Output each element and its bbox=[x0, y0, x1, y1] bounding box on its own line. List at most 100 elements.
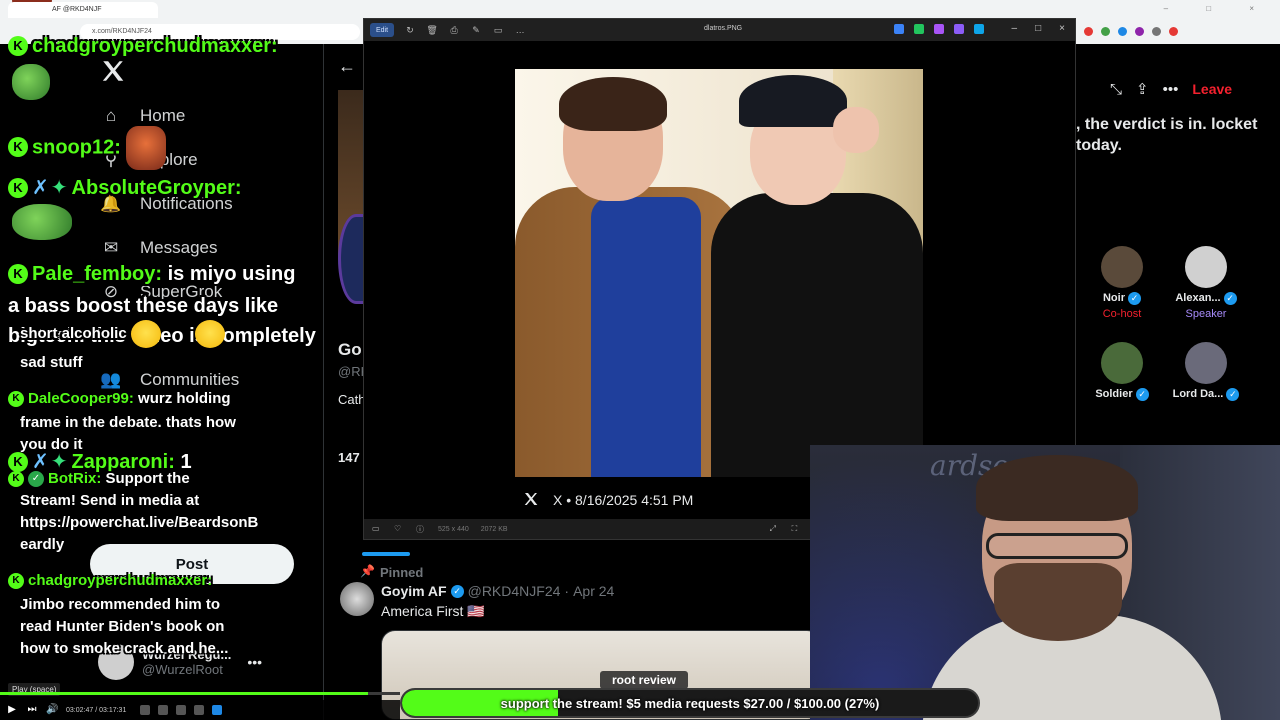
heart-icon[interactable]: ♡ bbox=[394, 524, 404, 534]
chat-username[interactable]: Pale_femboy: bbox=[32, 263, 162, 285]
info-icon[interactable]: ⓘ bbox=[416, 524, 426, 534]
chat-username[interactable]: chadgroyperchudmaxxer: bbox=[32, 35, 278, 57]
more-icon[interactable]: ••• bbox=[1163, 81, 1179, 98]
app-icon[interactable] bbox=[914, 24, 924, 34]
delete-icon[interactable]: 🗑 bbox=[426, 24, 438, 36]
profile-name: Go bbox=[338, 340, 362, 359]
speaker[interactable]: Soldier ✓ bbox=[1082, 342, 1162, 401]
chat-text: sad stuff bbox=[20, 354, 83, 371]
chat-message: K DaleCooper99: wurz holding bbox=[8, 388, 231, 410]
app-icon[interactable] bbox=[974, 24, 984, 34]
volume-icon[interactable]: 🔊 bbox=[46, 704, 58, 716]
print-icon[interactable]: ⎙ bbox=[448, 24, 460, 36]
back-arrow-icon[interactable]: ← bbox=[338, 56, 356, 77]
speaker[interactable]: Noir ✓ Co-host bbox=[1082, 246, 1162, 320]
speaker-name: Soldier ✓ bbox=[1082, 388, 1162, 401]
speaker-name-text: Soldier bbox=[1095, 388, 1133, 400]
chat-username[interactable]: DaleCooper99: bbox=[28, 390, 134, 407]
taskbar-app-icon[interactable] bbox=[140, 705, 151, 715]
close-icon[interactable]: × bbox=[1059, 23, 1065, 34]
taskbar-app-icon[interactable] bbox=[194, 705, 205, 715]
webcam-feed: ardson bbox=[810, 445, 1280, 720]
photo bbox=[515, 69, 923, 477]
player-progress-fill bbox=[0, 692, 368, 695]
tweet-date[interactable]: Apr 24 bbox=[573, 583, 614, 599]
verified-icon: ✓ bbox=[1226, 388, 1240, 401]
speaker-name: Alexan... ✓ bbox=[1166, 292, 1246, 305]
extension-icon[interactable] bbox=[1118, 26, 1127, 36]
taskbar-app-icon[interactable] bbox=[176, 705, 187, 715]
extension-icon[interactable] bbox=[1135, 26, 1144, 36]
chat-username[interactable]: snoop12: bbox=[32, 136, 121, 158]
speaker-name: Noir ✓ bbox=[1082, 292, 1162, 305]
avatar[interactable] bbox=[340, 582, 374, 616]
leave-button[interactable]: Leave bbox=[1192, 81, 1232, 97]
verified-icon: ✓ bbox=[450, 584, 464, 598]
chat-text: is miyo using bbox=[167, 263, 296, 285]
extension-icon[interactable] bbox=[1169, 26, 1178, 36]
player-time: 03:02:47 / 03:17:31 bbox=[66, 706, 127, 714]
speaker-name-text: Noir bbox=[1102, 292, 1125, 304]
extension-icon[interactable] bbox=[1084, 26, 1093, 36]
profile-bio: Cath bbox=[338, 392, 366, 407]
speaker[interactable]: Alexan... ✓ Speaker bbox=[1166, 246, 1246, 320]
kick-badge-icon: K bbox=[8, 36, 28, 56]
verified-icon: ✓ bbox=[1223, 292, 1237, 305]
maximize-icon[interactable]: □ bbox=[1035, 23, 1041, 34]
current-time: 03:02:47 bbox=[66, 706, 94, 714]
duration: 03:17:31 bbox=[99, 706, 127, 714]
minimize-space-icon[interactable]: ⤡ bbox=[1110, 81, 1122, 98]
app-icon[interactable] bbox=[894, 24, 904, 34]
rotate-icon[interactable]: ↻ bbox=[404, 24, 416, 36]
viewer-app-icons bbox=[894, 24, 984, 34]
extension-icon[interactable] bbox=[1101, 26, 1110, 36]
person-hand bbox=[833, 107, 879, 153]
edit-image-icon[interactable]: ✎ bbox=[470, 24, 482, 36]
chick-emote-icon bbox=[130, 320, 161, 348]
speaker[interactable]: Lord Da... ✓ bbox=[1166, 342, 1246, 401]
tweet-handle[interactable]: @RKD4NJF24 bbox=[468, 583, 561, 599]
chat-username[interactable]: AbsoluteGroyper: bbox=[72, 177, 242, 199]
chat-emote bbox=[12, 204, 72, 240]
taskbar-app-icon[interactable] bbox=[212, 705, 223, 715]
browser-tab[interactable]: AF @RKD4NJF bbox=[8, 2, 158, 18]
tweet-author[interactable]: Goyim AF bbox=[381, 583, 447, 599]
space-toolbar: ⤡ ⇪ ••• Leave bbox=[1110, 80, 1232, 99]
chat-message: K Pale_femboy: is miyo using bbox=[8, 262, 295, 286]
window-controls[interactable]: – □ × bbox=[1164, 4, 1272, 13]
extension-icon[interactable] bbox=[1152, 26, 1161, 36]
taskbar-app-icon[interactable] bbox=[158, 705, 169, 715]
chat-message: Kchadgroyperchudmaxxer: bbox=[8, 34, 278, 58]
profile-follow-count[interactable]: 147 bbox=[338, 450, 360, 465]
fullscreen-icon[interactable]: ⛶ bbox=[792, 524, 802, 534]
edit-button[interactable]: Edit bbox=[370, 23, 395, 37]
player-controls: ▶ ⏭ 🔊 03:02:47 / 03:17:31 bbox=[0, 700, 400, 720]
goal-label: the stream! $5 media requests $27.00 / $… bbox=[552, 695, 880, 711]
chat-username[interactable]: chadgroyperchudmaxxer: bbox=[28, 572, 212, 589]
app-icon[interactable] bbox=[954, 24, 964, 34]
goal-text: support the stream! $5 media requests $2… bbox=[402, 690, 978, 716]
avatar bbox=[1185, 342, 1227, 384]
image-size: 2072 KB bbox=[480, 525, 508, 533]
speaker-name-text: Alexan... bbox=[1175, 292, 1221, 304]
fit-icon[interactable]: ⤢ bbox=[770, 524, 780, 534]
filmstrip-icon[interactable]: ▭ bbox=[372, 524, 382, 534]
person-cap bbox=[739, 75, 847, 127]
app-icon[interactable] bbox=[934, 24, 944, 34]
chat-text: Jimbo recommended him to read Hunter Bide… bbox=[20, 596, 229, 657]
chat-text: short alcoholic bbox=[20, 324, 127, 342]
share-icon[interactable]: ⇪ bbox=[1136, 80, 1149, 98]
space-title: , the verdict is in. locket today. bbox=[1076, 116, 1258, 154]
play-button[interactable]: ▶ bbox=[6, 704, 18, 716]
streamer-hair bbox=[976, 455, 1138, 521]
kick-badge-icon: K bbox=[8, 178, 28, 198]
chat-username[interactable]: BotRix: bbox=[48, 470, 101, 487]
next-button[interactable]: ⏭ bbox=[26, 704, 38, 716]
crop-icon[interactable]: ▭ bbox=[492, 24, 504, 36]
chat-text: Stream! Send in media at https://powercha… bbox=[20, 492, 259, 553]
bot-badge-icon: ✓ bbox=[28, 471, 44, 487]
minimize-icon[interactable]: – bbox=[1012, 23, 1018, 34]
chat-message: short alcoholic bbox=[20, 320, 226, 348]
more-icon[interactable]: … bbox=[514, 24, 526, 36]
player-progress-bar[interactable] bbox=[0, 692, 400, 695]
